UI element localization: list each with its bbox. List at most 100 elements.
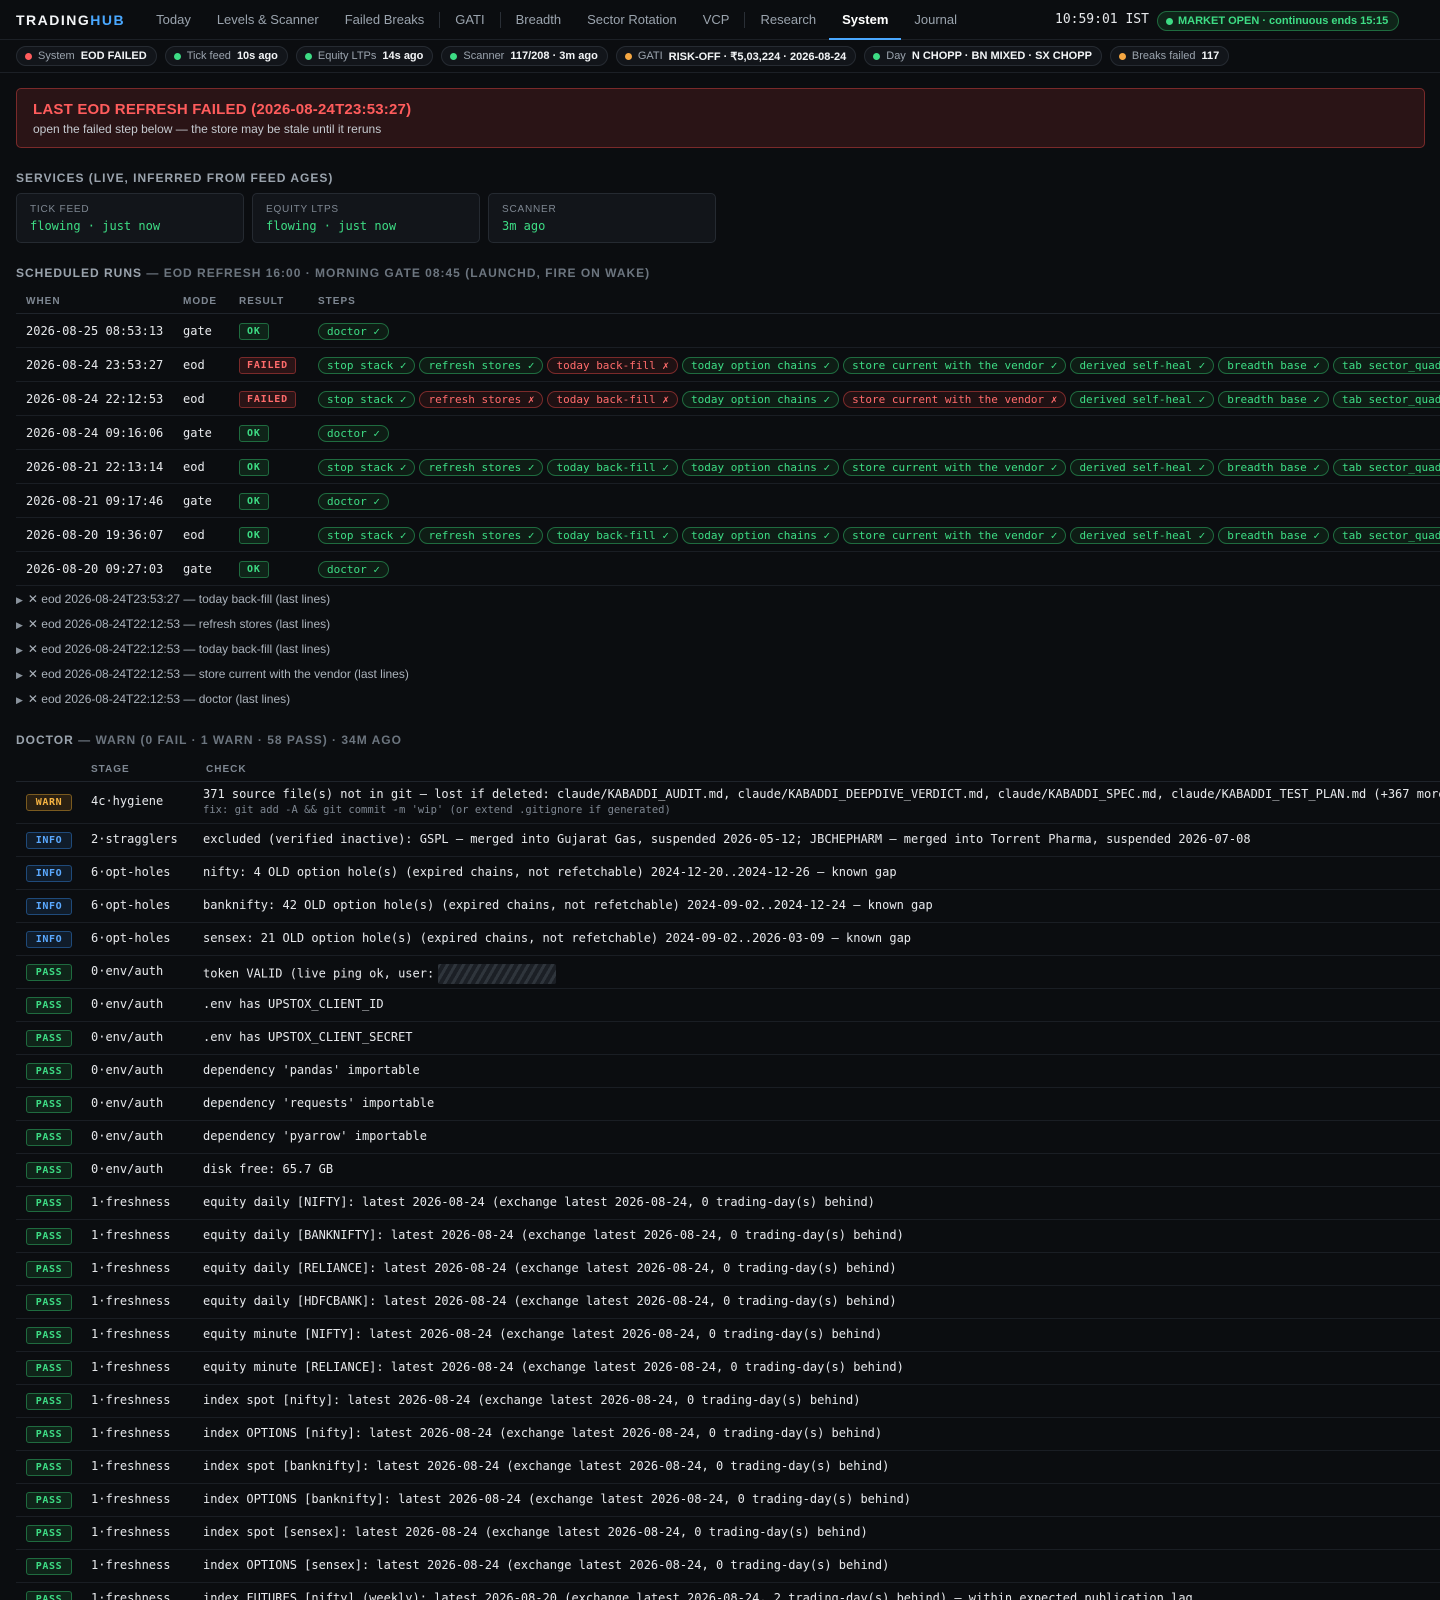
- status-value: 117: [1201, 50, 1220, 62]
- tab-journal[interactable]: Journal: [901, 0, 970, 40]
- run-steps: doctor ✓: [318, 425, 389, 442]
- step-chip[interactable]: tab sector_quadrant ✓: [1333, 391, 1440, 408]
- run-row[interactable]: 2026-08-20 19:36:07 eod OK stop stack ✓ refr…: [16, 518, 1440, 552]
- status-pill-equity-ltps[interactable]: Equity LTPs 14s ago: [295, 46, 434, 66]
- status-value: 117/208 · 3m ago: [510, 50, 598, 62]
- tab-research[interactable]: Research: [747, 0, 829, 40]
- doctor-check-text: token VALID (live ping ok, user:: [203, 966, 435, 981]
- status-pill-gati[interactable]: GATI RISK-OFF · ₹5,03,224 · 2026-08-24: [615, 46, 857, 66]
- step-chip[interactable]: store current with the vendor ✓: [843, 357, 1067, 374]
- step-chip[interactable]: breadth base ✓: [1218, 459, 1329, 476]
- step-chip[interactable]: today back-fill ✗: [547, 357, 679, 374]
- step-chip[interactable]: today back-fill ✓: [547, 527, 679, 544]
- run-when: 2026-08-21 22:13:14: [26, 460, 164, 474]
- tab-system[interactable]: System: [829, 0, 902, 40]
- tab-vcp[interactable]: VCP: [690, 0, 743, 40]
- failure-detail-toggle[interactable]: ▶ ✕ eod 2026-08-24T22:12:53 — store curre…: [16, 667, 409, 681]
- step-chip[interactable]: stop stack ✓: [318, 391, 416, 408]
- tab-levels-scanner[interactable]: Levels & Scanner: [204, 0, 332, 40]
- status-label: GATI: [637, 50, 663, 62]
- step-chip[interactable]: refresh stores ✓: [419, 357, 544, 374]
- doctor-check-text: excluded (verified inactive): GSPL — mer…: [203, 832, 1251, 846]
- step-chip[interactable]: today option chains ✓: [682, 357, 840, 374]
- step-chip[interactable]: tab sector_quadrant ✓: [1333, 527, 1440, 544]
- status-dot-icon: [173, 52, 181, 60]
- step-chip[interactable]: store current with the vendor ✓: [843, 459, 1067, 476]
- status-dot-icon: [25, 52, 32, 60]
- tab-gati[interactable]: GATI: [442, 0, 497, 40]
- severity-badge: PASS: [26, 1261, 72, 1278]
- step-chip[interactable]: doctor ✓: [318, 323, 389, 340]
- step-chip[interactable]: breadth base ✓: [1218, 357, 1329, 374]
- step-chip[interactable]: doctor ✓: [318, 493, 389, 510]
- severity-badge: PASS: [26, 1195, 72, 1212]
- market-status-badge: MARKET OPEN · continuous ends 15:15: [1157, 11, 1400, 31]
- doctor-row: PASS 1·freshness equity minute [NIFTY]: la…: [16, 1319, 1440, 1352]
- status-pill-day[interactable]: Day N CHOPP · BN MIXED · SX CHOPP: [864, 46, 1102, 66]
- doctor-row: INFO 6·opt-holes nifty: 4 OLD option hole(…: [16, 857, 1440, 890]
- status-pill-scanner[interactable]: Scanner 117/208 · 3m ago: [441, 46, 608, 66]
- step-chip[interactable]: doctor ✓: [318, 425, 389, 442]
- status-value: 10s ago: [236, 50, 278, 62]
- doctor-check-text: .env has UPSTOX_CLIENT_SECRET: [203, 1030, 413, 1044]
- step-chip[interactable]: stop stack ✓: [318, 459, 416, 476]
- doctor-check: nifty: 4 OLD option hole(s) (expired cha…: [203, 865, 897, 879]
- run-row[interactable]: 2026-08-21 22:13:14 eod OK stop stack ✓ refr…: [16, 450, 1440, 484]
- failure-detail-toggle[interactable]: ▶ ✕ eod 2026-08-24T23:53:27 — today back-…: [16, 592, 330, 606]
- doctor-check: index spot [sensex]: latest 2026-08-24 (…: [203, 1525, 868, 1539]
- step-chip[interactable]: store current with the vendor ✗: [843, 391, 1067, 408]
- step-chip[interactable]: derived self-heal ✓: [1070, 391, 1215, 408]
- run-row[interactable]: 2026-08-24 22:12:53 eod FAILED stop stack ✓…: [16, 382, 1440, 416]
- run-row[interactable]: 2026-08-24 23:53:27 eod FAILED stop stack ✓…: [16, 348, 1440, 382]
- step-chip[interactable]: derived self-heal ✓: [1070, 357, 1215, 374]
- doctor-row: PASS 0·env/auth disk free: 65.7 GB: [16, 1154, 1440, 1187]
- step-chip[interactable]: today option chains ✓: [682, 459, 840, 476]
- severity-badge: PASS: [26, 1459, 72, 1476]
- severity-badge: PASS: [26, 997, 72, 1014]
- failure-detail-toggle[interactable]: ▶ ✕ eod 2026-08-24T22:12:53 — refresh sto…: [16, 617, 330, 631]
- status-dot-icon: [873, 52, 881, 60]
- status-label: Equity LTPs: [317, 50, 377, 62]
- clock: 10:59:01 IST: [1055, 12, 1149, 27]
- run-mode: gate: [183, 426, 212, 440]
- tab-sector-rotation[interactable]: Sector Rotation: [574, 0, 690, 40]
- doctor-check: dependency 'pyarrow' importable: [203, 1129, 427, 1143]
- step-chip[interactable]: stop stack ✓: [318, 357, 416, 374]
- status-pill-breaks-failed[interactable]: Breaks failed 117: [1109, 46, 1230, 66]
- step-chip[interactable]: refresh stores ✗: [419, 391, 544, 408]
- step-chip[interactable]: stop stack ✓: [318, 527, 416, 544]
- step-chip[interactable]: refresh stores ✓: [419, 527, 544, 544]
- doctor-check: banknifty: 42 OLD option hole(s) (expire…: [203, 898, 933, 912]
- step-chip[interactable]: tab sector_quadrant ✓: [1333, 459, 1440, 476]
- step-chip[interactable]: refresh stores ✓: [419, 459, 544, 476]
- step-chip[interactable]: doctor ✓: [318, 561, 389, 578]
- tab-today[interactable]: Today: [143, 0, 204, 40]
- doctor-row: PASS 1·freshness index OPTIONS [banknifty]…: [16, 1484, 1440, 1517]
- step-chip[interactable]: derived self-heal ✓: [1070, 527, 1215, 544]
- status-pill-tick-feed[interactable]: Tick feed 10s ago: [164, 46, 288, 66]
- run-row[interactable]: 2026-08-24 09:16:06 gate OK doctor ✓: [16, 416, 1440, 450]
- run-row[interactable]: 2026-08-20 09:27:03 gate OK doctor ✓: [16, 552, 1440, 586]
- run-row[interactable]: 2026-08-21 09:17:46 gate OK doctor ✓: [16, 484, 1440, 518]
- step-chip[interactable]: today back-fill ✗: [547, 391, 679, 408]
- failure-detail-toggle[interactable]: ▶ ✕ eod 2026-08-24T22:12:53 — today back-…: [16, 642, 330, 656]
- scheduled-runs-subtitle: — EOD REFRESH 16:00 · MORNING GATE 08:45…: [146, 266, 651, 280]
- step-chip[interactable]: today option chains ✓: [682, 391, 840, 408]
- step-chip[interactable]: today option chains ✓: [682, 527, 840, 544]
- failure-detail-toggle[interactable]: ▶ ✕ eod 2026-08-24T22:12:53 — doctor (las…: [16, 692, 290, 706]
- step-chip[interactable]: tab sector_quadrant ✓: [1333, 357, 1440, 374]
- tab-failed-breaks[interactable]: Failed Breaks: [332, 0, 437, 40]
- step-chip[interactable]: breadth base ✓: [1218, 391, 1329, 408]
- doctor-check-text: index OPTIONS [nifty]: latest 2026-08-24…: [203, 1426, 883, 1440]
- run-row[interactable]: 2026-08-25 08:53:13 gate OK doctor ✓: [16, 314, 1440, 348]
- status-pill-system[interactable]: System EOD FAILED: [16, 46, 157, 66]
- step-chip[interactable]: store current with the vendor ✓: [843, 527, 1067, 544]
- step-chip[interactable]: today back-fill ✓: [547, 459, 679, 476]
- brand-logo[interactable]: TRADINGHUB: [16, 12, 125, 28]
- severity-badge: PASS: [26, 1030, 72, 1047]
- step-chip[interactable]: derived self-heal ✓: [1070, 459, 1215, 476]
- step-chip[interactable]: breadth base ✓: [1218, 527, 1329, 544]
- tab-breadth[interactable]: Breadth: [503, 0, 575, 40]
- severity-badge: PASS: [26, 1228, 72, 1245]
- doctor-check: index OPTIONS [banknifty]: latest 2026-0…: [203, 1492, 911, 1506]
